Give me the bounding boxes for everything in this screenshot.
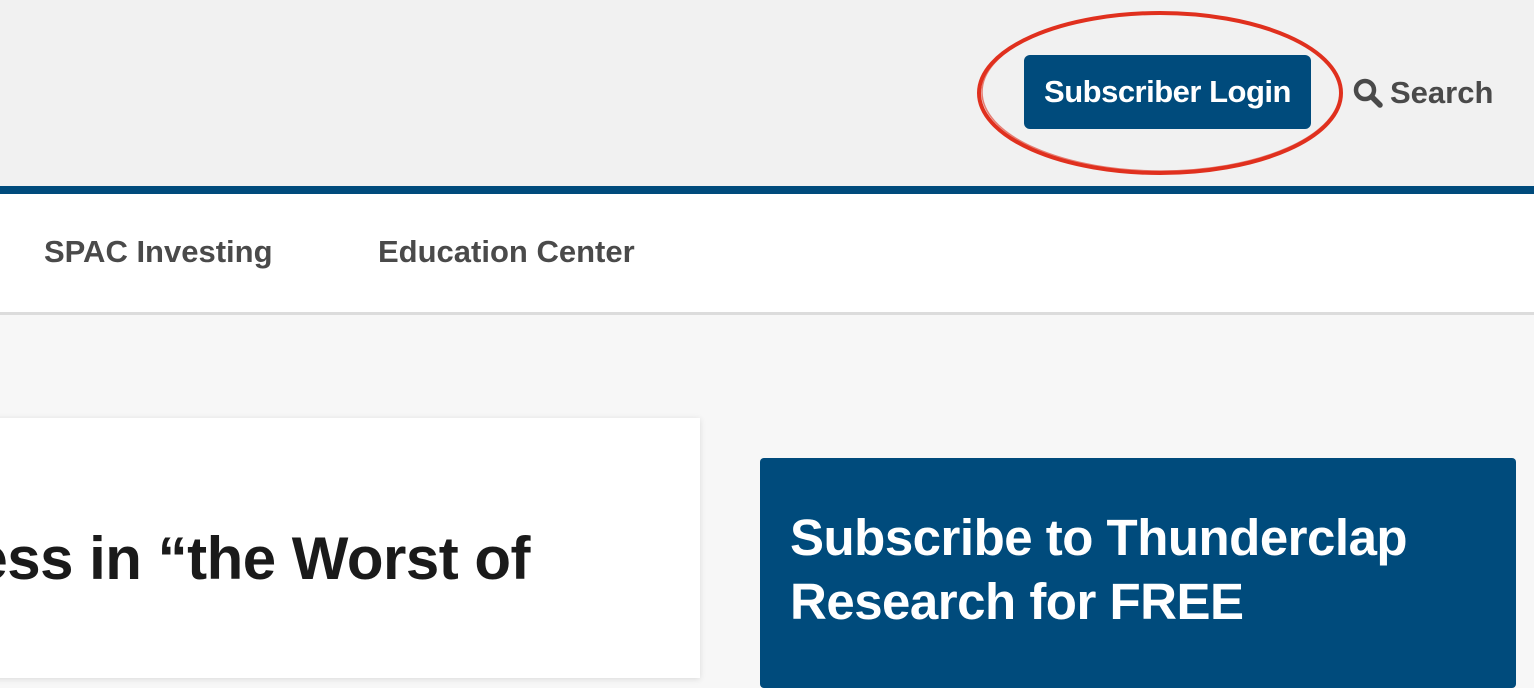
search-link[interactable]: Search — [1352, 70, 1493, 116]
header-accent-line — [0, 186, 1534, 194]
nav-item-spac-investing[interactable]: SPAC Investing — [44, 234, 273, 270]
subscribe-panel: Subscribe to Thunderclap Research for FR… — [760, 458, 1516, 688]
main-navigation: SPAC Investing Education Center — [0, 194, 1534, 315]
article-title[interactable]: cess in “the Worst of — [0, 524, 530, 593]
search-icon — [1352, 77, 1384, 109]
nav-item-education-center[interactable]: Education Center — [378, 234, 635, 270]
subscribe-title: Subscribe to Thunderclap Research for FR… — [790, 509, 1408, 630]
subscriber-login-button[interactable]: Subscriber Login — [1024, 55, 1311, 129]
search-label: Search — [1390, 75, 1494, 110]
article-card: cess in “the Worst of — [0, 418, 700, 678]
